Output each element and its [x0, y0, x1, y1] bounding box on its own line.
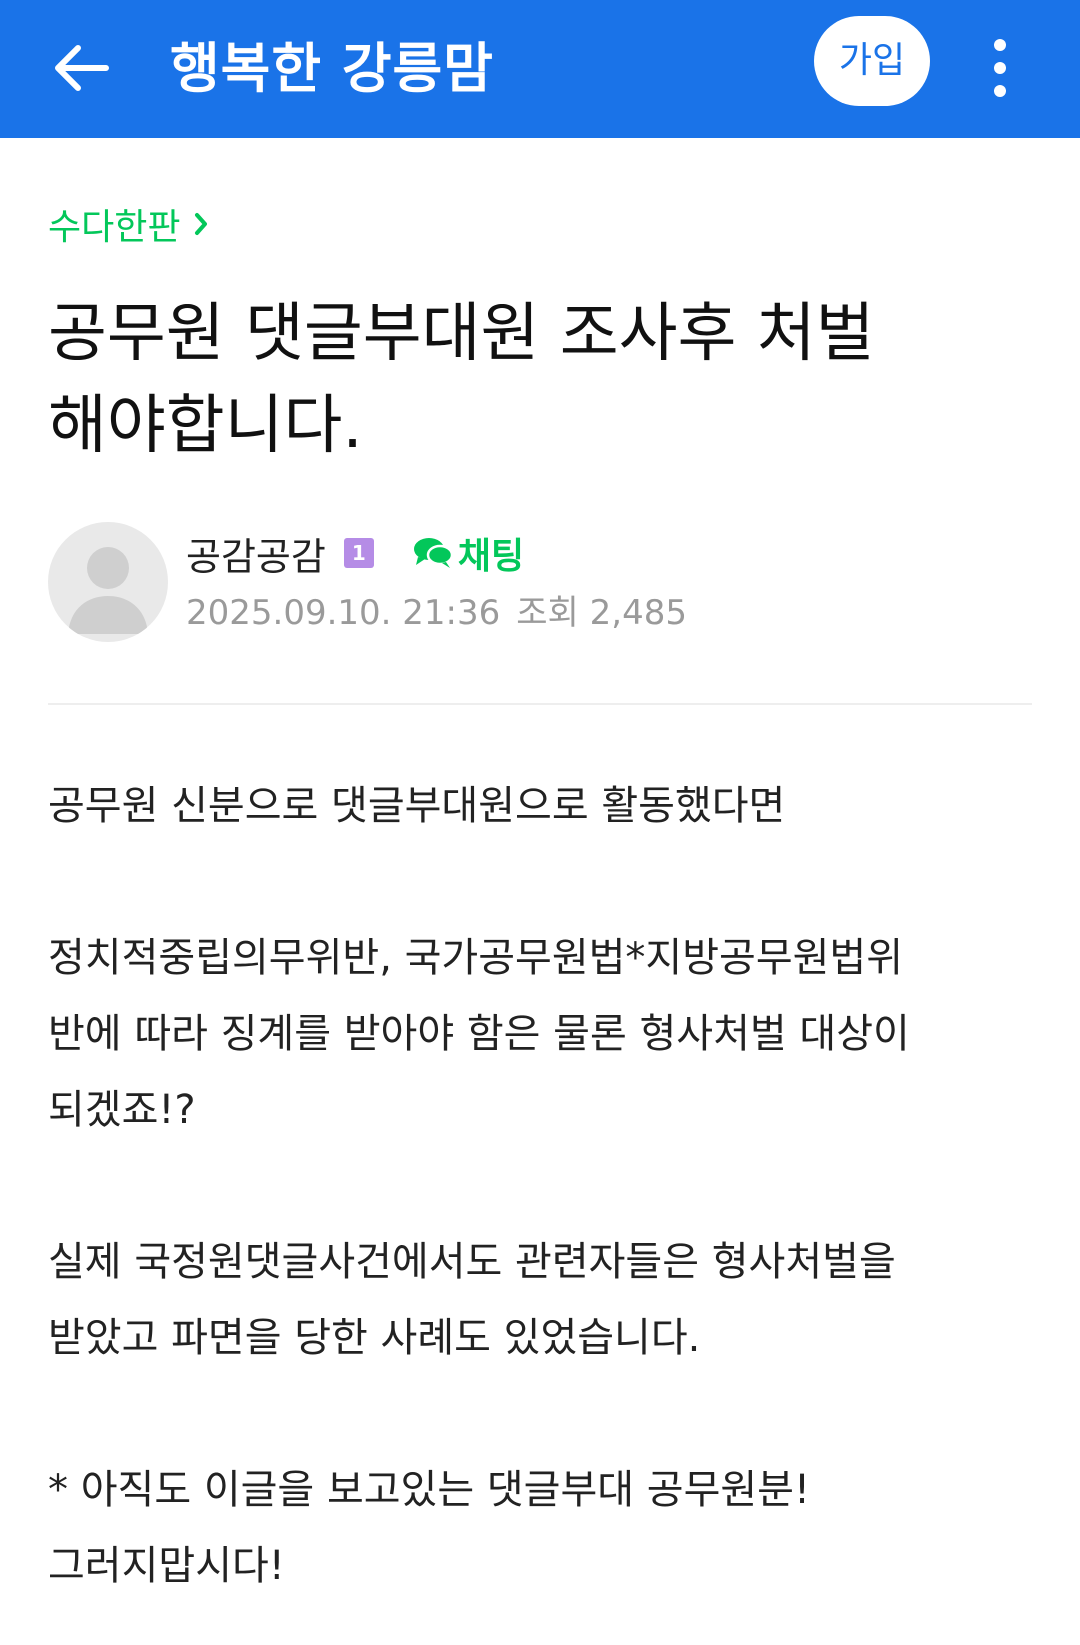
author-row: 공감공감 1 채팅	[186, 525, 524, 581]
chat-button[interactable]: 채팅	[412, 527, 524, 579]
app-bar: 행복한 강릉맘 가입	[0, 0, 1080, 138]
post-body: 공무원 신분으로 댓글부대원으로 활동했다면 정치적중립의무위반, 국가공무원법…	[48, 768, 1038, 1604]
body-paragraph-4-line-1: * 아직도 이글을 보고있는 댓글부대 공무원분!	[48, 1467, 811, 1513]
views-count: 2,485	[589, 593, 687, 633]
avatar[interactable]	[48, 522, 168, 642]
more-menu-button[interactable]	[970, 28, 1030, 108]
post-title-line-1: 공무원 댓글부대원 조사후 처벌	[48, 297, 875, 371]
board-name: 수다한판	[48, 207, 181, 248]
back-arrow-icon	[55, 45, 109, 91]
body-paragraph-2-line-3: 되겠죠!?	[48, 1087, 196, 1133]
views-label: 조회	[516, 593, 579, 633]
body-paragraph-3-line-1: 실제 국정원댓글사건에서도 관련자들은 형사처벌을	[48, 1239, 896, 1285]
body-paragraph-3-line-2: 받았고 파면을 당한 사례도 있었습니다.	[48, 1315, 701, 1361]
body-paragraph-1: 공무원 신분으로 댓글부대원으로 활동했다면	[48, 783, 786, 829]
join-button[interactable]: 가입	[814, 16, 930, 106]
body-paragraph-4-line-2: 그러지맙시다!	[48, 1543, 285, 1589]
post-title: 공무원 댓글부대원 조사후 처벌 해야합니다.	[48, 288, 1028, 472]
body-paragraph-2-line-1: 정치적중립의무위반, 국가공무원법*지방공무원법위	[48, 935, 904, 981]
level-badge: 1	[343, 538, 374, 568]
post-meta: 2025.09.10. 21:36 조회 2,485	[186, 588, 687, 638]
post-title-line-2: 해야합니다.	[48, 389, 363, 463]
cafe-title[interactable]: 행복한 강릉맘	[170, 24, 494, 114]
chat-label: 채팅	[457, 536, 525, 577]
divider	[48, 703, 1032, 705]
body-paragraph-2-line-2: 반에 따라 징계를 받아야 함은 물론 형사처벌 대상이	[48, 1011, 910, 1057]
chevron-right-icon	[195, 213, 208, 235]
chat-bubble-icon	[413, 538, 454, 568]
default-profile-icon	[68, 547, 148, 634]
post-date: 2025.09.10. 21:36	[186, 593, 501, 633]
more-vertical-icon	[994, 39, 1006, 97]
back-button[interactable]	[40, 28, 120, 108]
board-link[interactable]: 수다한판	[48, 196, 208, 252]
author-name[interactable]: 공감공감	[186, 526, 326, 581]
